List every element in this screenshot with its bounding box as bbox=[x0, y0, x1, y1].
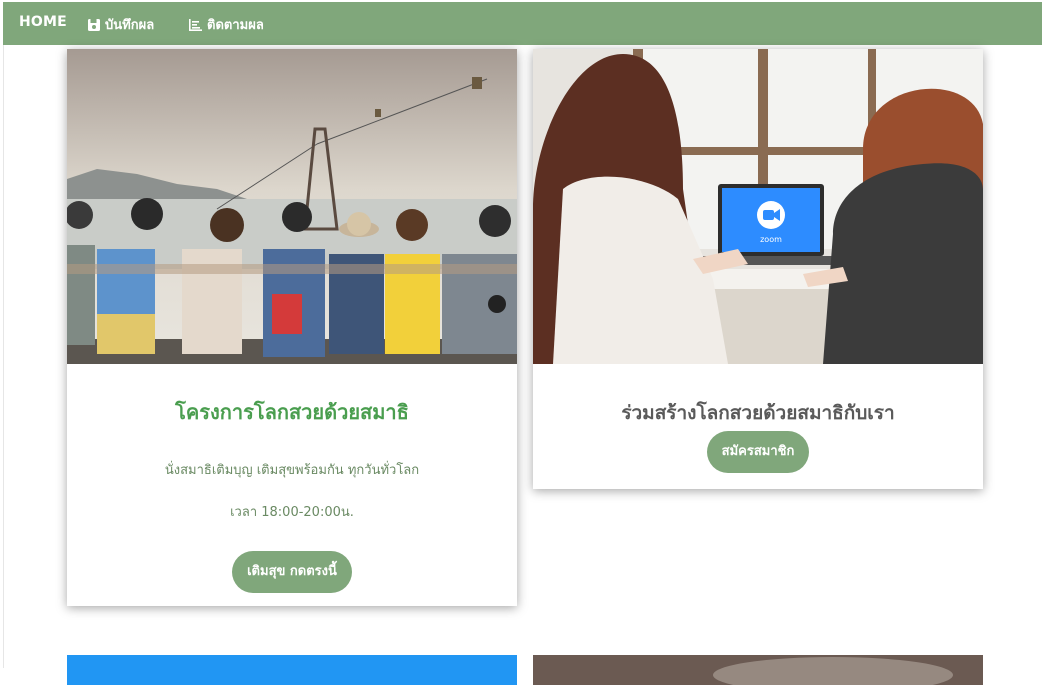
nav-home-link[interactable]: HOME bbox=[19, 14, 67, 30]
friends-on-pier-photo bbox=[67, 49, 517, 364]
floppy-disk-icon bbox=[88, 18, 100, 31]
nav-track-label: ติดตามผล bbox=[207, 18, 264, 33]
nav-save-link[interactable]: บันทึกผล bbox=[87, 14, 154, 35]
bar-chart-icon bbox=[189, 18, 202, 31]
fill-happiness-button[interactable]: เติมสุข กดตรงนี้ bbox=[232, 551, 352, 593]
signup-card: zoom ร่วมสร้างโลกสวยด้วยสมาธิกับเรา สมัค… bbox=[533, 49, 983, 489]
next-card-photo bbox=[533, 655, 983, 685]
card-title: โครงการโลกสวยด้วยสมาธิ bbox=[175, 400, 409, 424]
nav-save-label: บันทึกผล bbox=[105, 18, 155, 33]
project-card: โครงการโลกสวยด้วยสมาธิ นั่งสมาธิเติมบุญ … bbox=[67, 49, 517, 606]
signup-button[interactable]: สมัครสมาชิก bbox=[707, 431, 809, 473]
zoom-laptop-label: zoom bbox=[760, 235, 782, 244]
next-card-top bbox=[67, 655, 517, 685]
zoom-meeting-photo: zoom bbox=[533, 49, 983, 364]
card-title: ร่วมสร้างโลกสวยด้วยสมาธิกับเรา bbox=[621, 402, 895, 424]
navbar: HOME บันทึกผล ติดตามผล bbox=[3, 2, 1042, 45]
nav-track-link[interactable]: ติดตามผล bbox=[188, 14, 264, 35]
nav-home-label: HOME bbox=[19, 14, 67, 30]
card-time: เวลา 18:00-20:00น. bbox=[230, 505, 354, 520]
card-description: นั่งสมาธิเติมบุญ เติมสุขพร้อมกัน ทุกวันท… bbox=[164, 463, 420, 478]
